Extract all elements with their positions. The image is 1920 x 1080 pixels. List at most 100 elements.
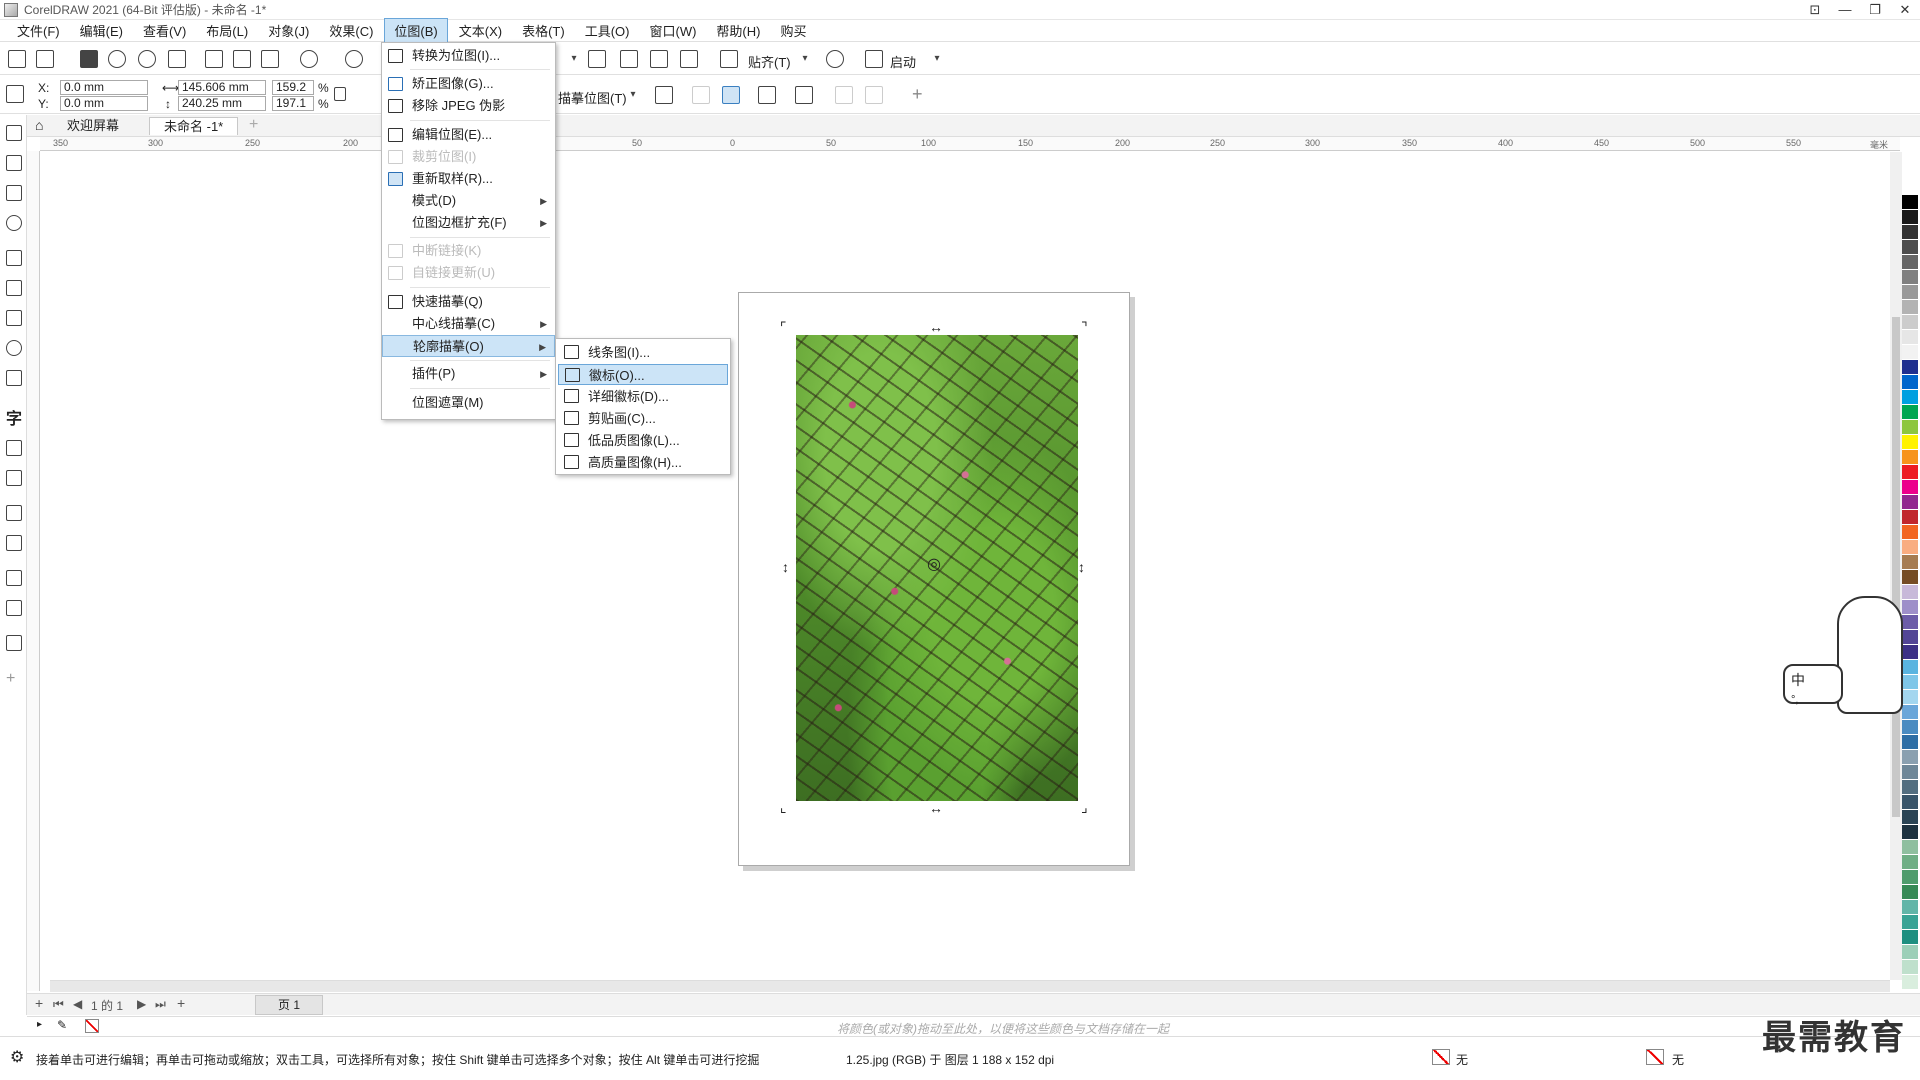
- prev-page-icon[interactable]: ◀: [73, 997, 82, 1011]
- color-swatch[interactable]: [1902, 855, 1918, 870]
- submenu-item-clipart[interactable]: 剪贴画(C)...: [558, 408, 728, 429]
- menu-item-crop-bitmap[interactable]: 裁剪位图(I): [382, 146, 555, 168]
- options-gear-icon[interactable]: [826, 50, 844, 68]
- add-quick-customize-icon[interactable]: +: [912, 84, 923, 105]
- color-swatch[interactable]: [1902, 240, 1918, 255]
- menu-tools[interactable]: 工具(O): [576, 19, 639, 42]
- menu-buy[interactable]: 购买: [771, 19, 815, 42]
- grid-icon[interactable]: [650, 50, 668, 68]
- color-swatch[interactable]: [1902, 285, 1918, 300]
- submenu-item-high-quality-image[interactable]: 高质量图像(H)...: [558, 452, 728, 473]
- zoom-dropdown-chevron-icon[interactable]: ▾: [565, 50, 583, 68]
- bitmap-border-icon[interactable]: [758, 86, 776, 104]
- tab-welcome-screen[interactable]: 欢迎屏幕: [53, 117, 133, 135]
- color-swatch[interactable]: [1902, 345, 1918, 360]
- color-swatch[interactable]: [1902, 180, 1918, 195]
- restore-icon[interactable]: ❐: [1860, 0, 1890, 20]
- help-window-icon[interactable]: ⊡: [1800, 0, 1830, 20]
- add-tab-icon[interactable]: +: [249, 116, 258, 134]
- menu-bitmaps[interactable]: 位图(B): [384, 18, 448, 43]
- color-swatch[interactable]: [1902, 615, 1918, 630]
- color-swatch[interactable]: [1902, 540, 1918, 555]
- menu-view[interactable]: 查看(V): [134, 19, 195, 42]
- submenu-item-low-quality-image[interactable]: 低品质图像(L)...: [558, 430, 728, 451]
- color-swatch[interactable]: [1902, 600, 1918, 615]
- text-tool-icon[interactable]: 字: [6, 405, 22, 428]
- no-color-swatch[interactable]: [85, 1019, 99, 1033]
- color-swatch[interactable]: [1902, 975, 1918, 990]
- skew-handle-bottom[interactable]: ↔: [929, 801, 943, 815]
- drop-shadow-tool-icon[interactable]: [6, 505, 22, 521]
- color-swatch[interactable]: [1902, 360, 1918, 375]
- home-icon[interactable]: ⌂: [35, 117, 43, 133]
- palette-expand-icon[interactable]: ▸: [37, 1019, 42, 1030]
- y-position-input[interactable]: 0.0 mm: [60, 96, 148, 111]
- menu-item-centerline-trace[interactable]: 中心线描摹(C) ▶: [382, 313, 555, 335]
- menu-item-straighten-image[interactable]: 矫正图像(G)...: [382, 73, 555, 95]
- parallel-dimension-tool-icon[interactable]: [6, 440, 22, 456]
- color-swatch[interactable]: [1902, 375, 1918, 390]
- menu-file[interactable]: 文件(F): [8, 19, 69, 42]
- width-input[interactable]: 145.606 mm: [178, 80, 266, 95]
- color-swatch[interactable]: [1902, 645, 1918, 660]
- color-swatch[interactable]: [1902, 675, 1918, 690]
- print-icon[interactable]: [168, 50, 186, 68]
- snap-to-button[interactable]: 贴齐(T): [748, 52, 791, 71]
- color-swatch[interactable]: [1902, 735, 1918, 750]
- submenu-item-detailed-logo[interactable]: 详细徽标(D)...: [558, 386, 728, 407]
- launch-button[interactable]: 启动: [890, 52, 916, 71]
- outline-none-swatch[interactable]: [1646, 1049, 1664, 1065]
- polygon-tool-icon[interactable]: [6, 370, 22, 386]
- menu-item-plugins[interactable]: 插件(P) ▶: [382, 363, 555, 385]
- menu-item-break-link[interactable]: 中断链接(K): [382, 240, 555, 262]
- menu-object[interactable]: 对象(J): [259, 19, 318, 42]
- ellipse-tool-icon[interactable]: [6, 340, 22, 356]
- color-swatch[interactable]: [1902, 795, 1918, 810]
- skew-handle-top[interactable]: ↔: [929, 320, 943, 334]
- rotate-handle-top-left[interactable]: ⌜: [780, 320, 787, 334]
- minimize-icon[interactable]: —: [1830, 0, 1860, 20]
- new-document-icon[interactable]: [8, 50, 26, 68]
- height-input[interactable]: 240.25 mm: [178, 96, 266, 111]
- color-swatch[interactable]: [1902, 660, 1918, 675]
- color-swatch[interactable]: [1902, 915, 1918, 930]
- last-page-icon[interactable]: ⏭: [155, 997, 166, 1012]
- interactive-fill-tool-icon[interactable]: [6, 600, 22, 616]
- vertical-scroll-thumb[interactable]: [1892, 317, 1900, 817]
- color-swatch[interactable]: [1902, 435, 1918, 450]
- fill-none-swatch[interactable]: [1432, 1049, 1450, 1065]
- lock-ratio-icon[interactable]: [334, 87, 346, 101]
- menu-item-resample[interactable]: 重新取样(R)...: [382, 168, 555, 190]
- tab-untitled-1[interactable]: 未命名 -1*: [149, 117, 239, 135]
- rectangle-tool-icon[interactable]: [6, 310, 22, 326]
- close-icon[interactable]: ✕: [1890, 0, 1920, 20]
- color-swatch[interactable]: [1902, 765, 1918, 780]
- scale-height-input[interactable]: 197.1: [272, 96, 314, 111]
- reference-point-icon[interactable]: [6, 85, 24, 103]
- transparency-tool-icon[interactable]: [6, 535, 22, 551]
- to-front-icon[interactable]: [835, 86, 853, 104]
- eyedropper-icon[interactable]: ✎: [57, 1018, 67, 1032]
- menu-item-bitmap-border-expansion[interactable]: 位图边框扩充(F) ▶: [382, 212, 555, 234]
- vertical-scrollbar[interactable]: [1890, 152, 1902, 980]
- trace-bitmap-button[interactable]: 描摹位图(T): [558, 88, 627, 107]
- color-swatch[interactable]: [1902, 405, 1918, 420]
- full-screen-icon[interactable]: [588, 50, 606, 68]
- color-swatch[interactable]: [1902, 750, 1918, 765]
- color-swatch[interactable]: [1902, 585, 1918, 600]
- upload-cloud-icon[interactable]: [108, 50, 126, 68]
- download-cloud-icon[interactable]: [138, 50, 156, 68]
- connector-tool-icon[interactable]: [6, 470, 22, 486]
- menu-item-remove-jpeg-artifacts[interactable]: 移除 JPEG 伪影: [382, 95, 555, 117]
- text-wrap-icon[interactable]: [795, 86, 813, 104]
- crop-tool-icon[interactable]: [6, 185, 22, 201]
- color-swatch[interactable]: [1902, 255, 1918, 270]
- open-icon[interactable]: [36, 50, 54, 68]
- launch-dropdown-chevron-icon[interactable]: ▾: [928, 50, 946, 68]
- menu-item-quick-trace[interactable]: 快速描摹(Q): [382, 291, 555, 313]
- color-palette[interactable]: [1902, 180, 1918, 1000]
- eyedropper-tool-icon[interactable]: [6, 570, 22, 586]
- color-swatch[interactable]: [1902, 315, 1918, 330]
- color-swatch[interactable]: [1902, 705, 1918, 720]
- color-swatch[interactable]: [1902, 570, 1918, 585]
